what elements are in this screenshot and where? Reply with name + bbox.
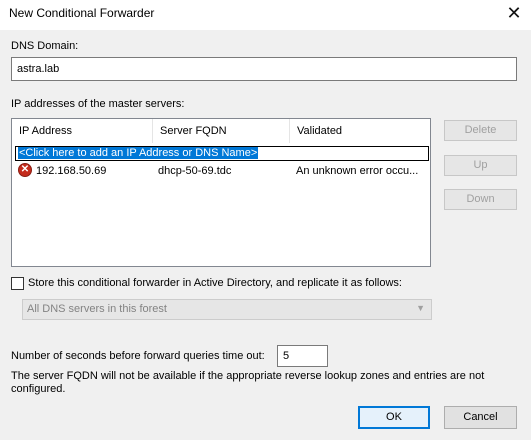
row-server-fqdn: dhcp-50-69.tdc	[158, 165, 232, 177]
store-in-ad-label[interactable]: Store this conditional forwarder in Acti…	[28, 277, 402, 289]
ok-button[interactable]: OK	[358, 406, 430, 429]
close-icon[interactable]: ✕	[500, 2, 528, 26]
replication-scope-value: All DNS servers in this forest	[27, 303, 167, 315]
master-servers-list[interactable]: IP Address Server FQDN Validated <Click …	[11, 118, 431, 267]
window-title: New Conditional Forwarder	[9, 6, 155, 20]
column-header-validated[interactable]: Validated	[289, 119, 429, 143]
timeout-input[interactable]: 5	[277, 345, 328, 367]
row-ip-address[interactable]: 192.168.50.69	[36, 163, 106, 179]
dns-domain-label: DNS Domain:	[11, 40, 79, 52]
down-button[interactable]: Down	[444, 189, 517, 210]
master-servers-label: IP addresses of the master servers:	[11, 98, 185, 110]
chevron-down-icon: ▼	[416, 303, 425, 313]
column-header-server-fqdn[interactable]: Server FQDN	[152, 119, 291, 143]
add-server-row[interactable]: <Click here to add an IP Address or DNS …	[15, 146, 429, 161]
cancel-button[interactable]: Cancel	[444, 406, 517, 429]
up-button[interactable]: Up	[444, 155, 517, 176]
dns-domain-input[interactable]: astra.lab	[11, 57, 517, 81]
add-server-prompt: <Click here to add an IP Address or DNS …	[18, 147, 259, 159]
error-icon: ✕	[18, 163, 32, 177]
timeout-value: 5	[283, 350, 290, 362]
column-header-ip-address[interactable]: IP Address	[12, 119, 152, 143]
timeout-label: Number of seconds before forward queries…	[11, 350, 265, 362]
replication-scope-select[interactable]: All DNS servers in this forest ▼	[22, 299, 432, 320]
dns-domain-value: astra.lab	[17, 63, 60, 75]
row-validated-status: An unknown error occu...	[296, 165, 419, 177]
store-in-ad-checkbox[interactable]	[11, 277, 24, 290]
delete-button[interactable]: Delete	[444, 120, 517, 141]
fqdn-note: The server FQDN will not be available if…	[11, 370, 485, 395]
